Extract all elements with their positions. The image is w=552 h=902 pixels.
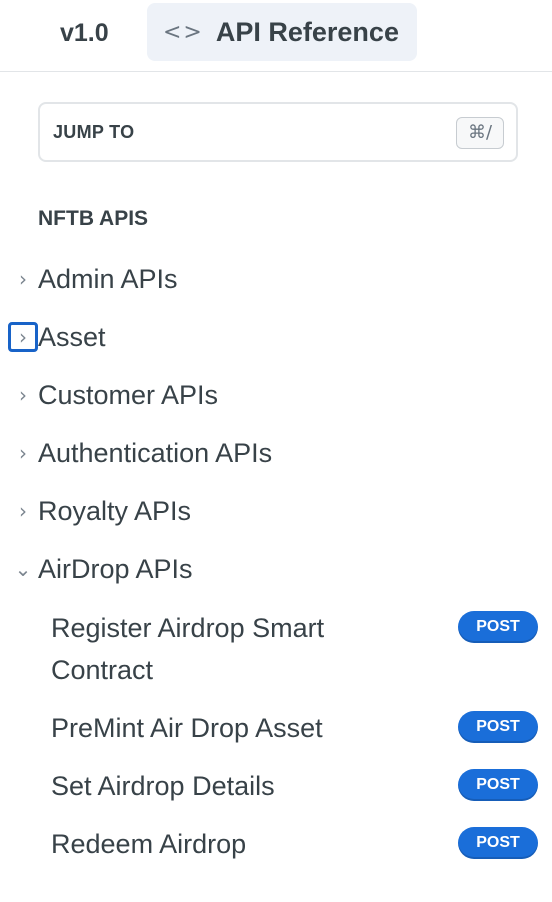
- sidebar-item-label: Royalty APIs: [38, 495, 192, 526]
- sidebar-item-customer-apis[interactable]: › Customer APIs: [8, 375, 538, 415]
- section-title: NFTB APIS: [38, 207, 149, 230]
- method-badge-post: POST: [458, 711, 538, 743]
- jump-to-search[interactable]: JUMP TO ⌘/: [38, 102, 518, 162]
- jump-to-label: JUMP TO: [53, 121, 135, 142]
- chevron-right-icon[interactable]: ›: [8, 438, 38, 468]
- endpoint-set-airdrop-details[interactable]: Set Airdrop Details POST: [51, 765, 538, 807]
- code-icon: <>: [163, 19, 204, 45]
- chevron-right-icon[interactable]: ›: [8, 264, 38, 294]
- chevron-down-icon[interactable]: ⌄: [8, 554, 38, 584]
- keyboard-shortcut-badge: ⌘/: [456, 117, 504, 149]
- endpoint-label: Redeem Airdrop: [51, 829, 247, 859]
- tab-api-reference[interactable]: <> API Reference: [147, 3, 417, 61]
- method-badge-post: POST: [458, 769, 538, 801]
- sidebar-item-royalty-apis[interactable]: › Royalty APIs: [8, 491, 538, 531]
- sidebar-item-label: Authentication APIs: [38, 437, 273, 468]
- endpoint-label: Register Airdrop Smart Contract: [51, 613, 325, 685]
- endpoint-premint-air-drop-asset[interactable]: PreMint Air Drop Asset POST: [51, 707, 538, 749]
- top-bar: v1.0 <> API Reference: [0, 0, 552, 72]
- chevron-right-icon[interactable]: ›: [8, 496, 38, 526]
- endpoint-redeem-airdrop[interactable]: Redeem Airdrop POST: [51, 823, 538, 865]
- method-badge-post: POST: [458, 611, 538, 643]
- method-badge-post: POST: [458, 827, 538, 859]
- sidebar-item-authentication-apis[interactable]: › Authentication APIs: [8, 433, 538, 473]
- sidebar-item-admin-apis[interactable]: › Admin APIs: [8, 259, 538, 299]
- endpoint-register-airdrop-smart-contract[interactable]: Register Airdrop Smart Contract POST: [51, 607, 538, 691]
- endpoint-label: Set Airdrop Details: [51, 771, 275, 801]
- version-selector[interactable]: v1.0: [60, 16, 109, 50]
- sidebar-item-label: AirDrop APIs: [38, 553, 193, 584]
- sidebar-item-label: Asset: [38, 321, 106, 352]
- sidebar-item-label: Admin APIs: [38, 263, 178, 294]
- sidebar-item-label: Customer APIs: [38, 379, 219, 410]
- tab-api-reference-label: API Reference: [215, 16, 399, 47]
- endpoint-label: PreMint Air Drop Asset: [51, 713, 323, 743]
- chevron-right-icon[interactable]: ›: [8, 380, 38, 410]
- sidebar-item-asset[interactable]: › Asset: [8, 317, 538, 357]
- sidebar-item-airdrop-apis[interactable]: ⌄ AirDrop APIs: [8, 549, 538, 589]
- chevron-right-icon[interactable]: ›: [8, 322, 38, 352]
